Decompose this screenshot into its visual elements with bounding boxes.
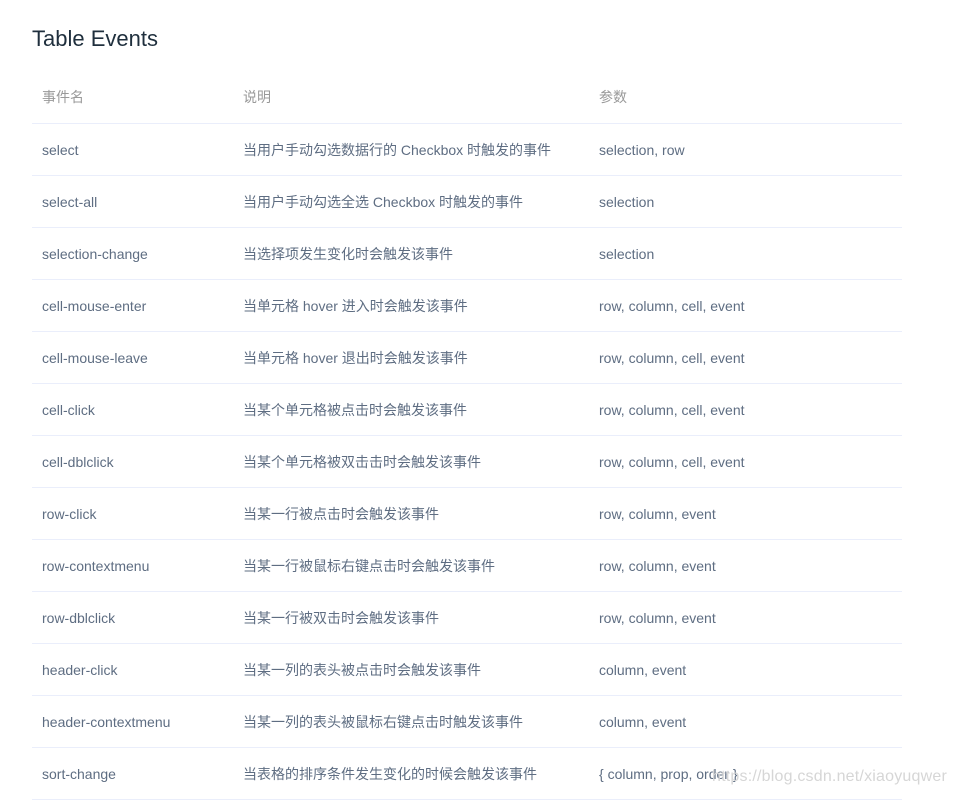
event-params-cell: row, column, event bbox=[589, 487, 902, 540]
event-params-cell: row, column, event bbox=[589, 591, 902, 644]
event-params-cell: selection bbox=[589, 227, 902, 280]
event-description-cell: 当单元格 hover 退出时会触发该事件 bbox=[233, 331, 589, 384]
header-row: 事件名 说明 参数 bbox=[32, 71, 902, 124]
event-name-cell: row-click bbox=[32, 487, 233, 540]
table-row: selection-change 当选择项发生变化时会触发该事件 selecti… bbox=[32, 227, 902, 280]
event-name-cell: cell-mouse-leave bbox=[32, 331, 233, 384]
header-event-name: 事件名 bbox=[32, 71, 233, 124]
event-name-cell: selection-change bbox=[32, 227, 233, 280]
event-name-cell: sort-change bbox=[32, 747, 233, 800]
table-row: cell-click 当某个单元格被点击时会触发该事件 row, column,… bbox=[32, 383, 902, 436]
event-description-cell: 当某个单元格被点击时会触发该事件 bbox=[233, 383, 589, 436]
event-description-cell: 当某一行被鼠标右键点击时会触发该事件 bbox=[233, 539, 589, 592]
table-row: row-click 当某一行被点击时会触发该事件 row, column, ev… bbox=[32, 487, 902, 540]
event-description-cell: 当某一列的表头被鼠标右键点击时触发该事件 bbox=[233, 695, 589, 748]
watermark: https://blog.csdn.net/xiaoyuqwer bbox=[712, 768, 947, 785]
event-description-cell: 当某一行被双击时会触发该事件 bbox=[233, 591, 589, 644]
table-row: cell-dblclick 当某个单元格被双击击时会触发该事件 row, col… bbox=[32, 435, 902, 488]
header-description: 说明 bbox=[233, 71, 589, 124]
table-row: header-contextmenu 当某一列的表头被鼠标右键点击时触发该事件 … bbox=[32, 695, 902, 748]
header-params: 参数 bbox=[589, 71, 902, 124]
event-description-cell: 当选择项发生变化时会触发该事件 bbox=[233, 227, 589, 280]
event-name-cell: row-dblclick bbox=[32, 591, 233, 644]
event-name-cell: cell-dblclick bbox=[32, 435, 233, 488]
events-table: 事件名 说明 参数 select 当用户手动勾选数据行的 Checkbox 时触… bbox=[32, 71, 902, 800]
event-name-cell: cell-mouse-enter bbox=[32, 279, 233, 332]
event-params-cell: row, column, cell, event bbox=[589, 435, 902, 488]
event-params-cell: row, column, cell, event bbox=[589, 331, 902, 384]
event-name-cell: header-click bbox=[32, 643, 233, 696]
event-params-cell: selection bbox=[589, 175, 902, 228]
table-header: 事件名 说明 参数 bbox=[32, 71, 902, 124]
event-description-cell: 当某个单元格被双击击时会触发该事件 bbox=[233, 435, 589, 488]
event-description-cell: 当用户手动勾选数据行的 Checkbox 时触发的事件 bbox=[233, 123, 589, 176]
event-name-cell: cell-click bbox=[32, 383, 233, 436]
event-description-cell: 当某一列的表头被点击时会触发该事件 bbox=[233, 643, 589, 696]
event-name-cell: select bbox=[32, 123, 233, 176]
event-name-cell: header-contextmenu bbox=[32, 695, 233, 748]
event-description-cell: 当单元格 hover 进入时会触发该事件 bbox=[233, 279, 589, 332]
event-params-cell: row, column, event bbox=[589, 539, 902, 592]
event-name-cell: row-contextmenu bbox=[32, 539, 233, 592]
table-body: select 当用户手动勾选数据行的 Checkbox 时触发的事件 selec… bbox=[32, 123, 902, 800]
event-description-cell: 当某一行被点击时会触发该事件 bbox=[233, 487, 589, 540]
event-params-cell: column, event bbox=[589, 695, 902, 748]
table-row: select-all 当用户手动勾选全选 Checkbox 时触发的事件 sel… bbox=[32, 175, 902, 228]
table-row: select 当用户手动勾选数据行的 Checkbox 时触发的事件 selec… bbox=[32, 123, 902, 176]
event-params-cell: row, column, cell, event bbox=[589, 279, 902, 332]
event-params-cell: row, column, cell, event bbox=[589, 383, 902, 436]
event-params-cell: selection, row bbox=[589, 123, 902, 176]
table-row: cell-mouse-enter 当单元格 hover 进入时会触发该事件 ro… bbox=[32, 279, 902, 332]
event-name-cell: select-all bbox=[32, 175, 233, 228]
event-description-cell: 当表格的排序条件发生变化的时候会触发该事件 bbox=[233, 747, 589, 800]
table-row: cell-mouse-leave 当单元格 hover 退出时会触发该事件 ro… bbox=[32, 331, 902, 384]
event-params-cell: column, event bbox=[589, 643, 902, 696]
event-description-cell: 当用户手动勾选全选 Checkbox 时触发的事件 bbox=[233, 175, 589, 228]
table-row: row-dblclick 当某一行被双击时会触发该事件 row, column,… bbox=[32, 591, 902, 644]
table-row: header-click 当某一列的表头被点击时会触发该事件 column, e… bbox=[32, 643, 902, 696]
table-row: row-contextmenu 当某一行被鼠标右键点击时会触发该事件 row, … bbox=[32, 539, 902, 592]
page-title: Table Events bbox=[32, 26, 158, 51]
